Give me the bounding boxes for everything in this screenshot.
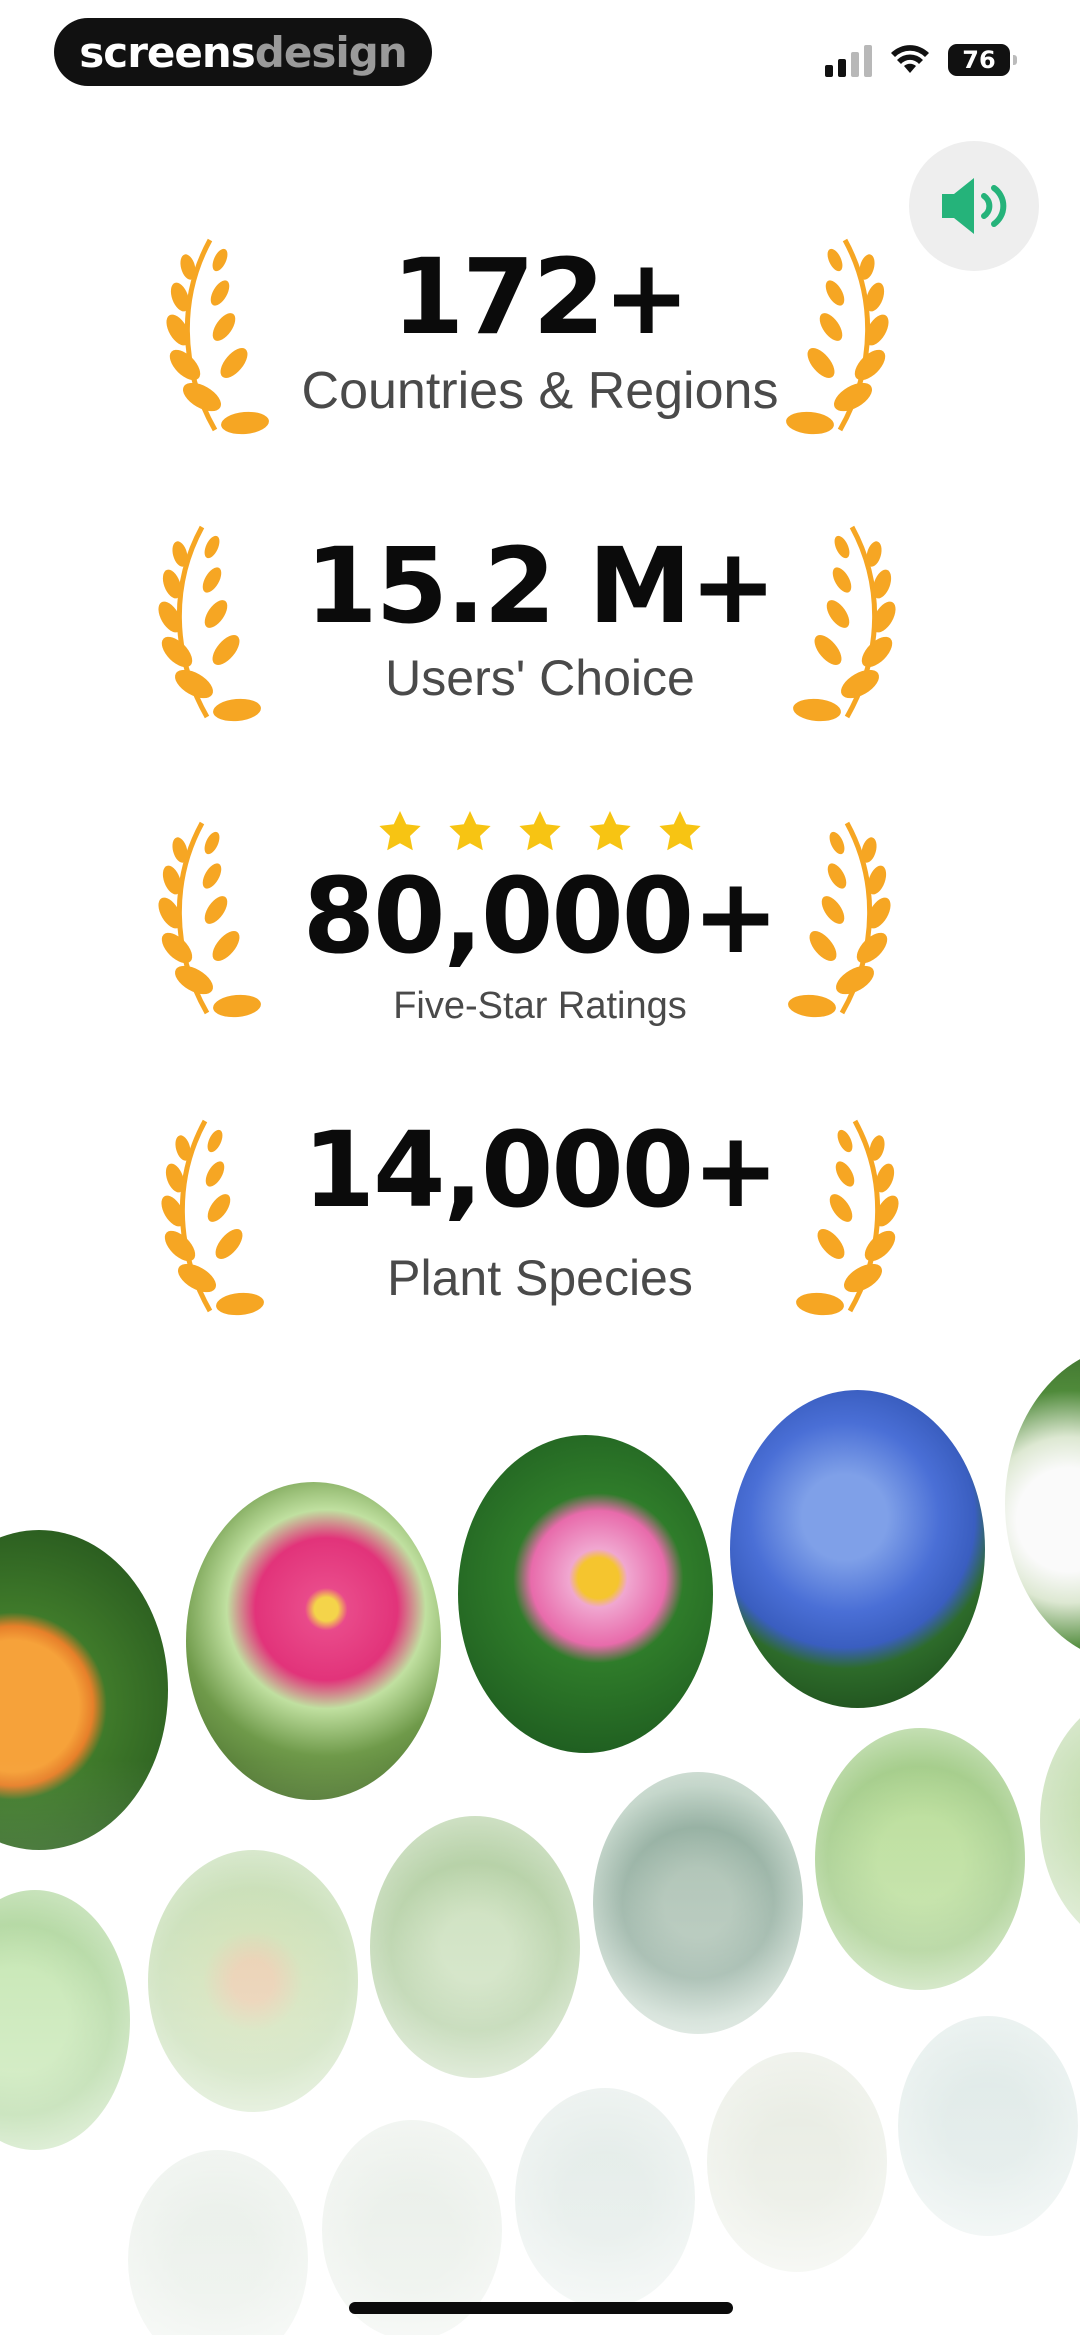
battery-level: 76 [962, 46, 996, 74]
screensdesign-logo: screens design [54, 18, 432, 86]
status-bar: 76 [825, 42, 1017, 78]
plant-gallery [0, 1330, 1080, 2335]
stat-label: Countries & Regions [301, 362, 779, 420]
gallery-fade-overlay [0, 1760, 1080, 2335]
star-icon [659, 811, 701, 851]
cellular-signal-icon [825, 43, 872, 77]
wifi-icon [891, 45, 929, 73]
daisy-image [458, 1435, 713, 1753]
stat-value: 80,000+ [302, 855, 779, 977]
stat-users: 15.2 M+ Users' Choice [0, 527, 1080, 711]
star-icon [449, 811, 491, 851]
home-indicator[interactable] [349, 2302, 733, 2314]
stat-label: Five-Star Ratings [393, 985, 687, 1027]
battery-indicator: 76 [948, 44, 1017, 76]
hydrangea-image [730, 1390, 985, 1708]
stat-ratings: 80,000+ Five-Star Ratings [0, 808, 1080, 1036]
stat-label: Plant Species [387, 1250, 693, 1306]
five-star-rating [0, 808, 1080, 856]
stat-value: 172+ [391, 236, 690, 358]
star-icon [379, 811, 421, 851]
speaker-icon [942, 178, 1007, 234]
stat-value: 14,000+ [302, 1109, 779, 1231]
lily-image [1005, 1345, 1080, 1663]
star-icon [519, 811, 561, 851]
stat-label: Users' Choice [385, 650, 695, 706]
stat-countries: 172+ Countries & Regions [0, 238, 1080, 426]
dahlia-image [186, 1482, 441, 1800]
stat-species: 14,000+ Plant Species [0, 1108, 1080, 1324]
star-icon [589, 811, 631, 851]
stat-value: 15.2 M+ [305, 525, 776, 647]
